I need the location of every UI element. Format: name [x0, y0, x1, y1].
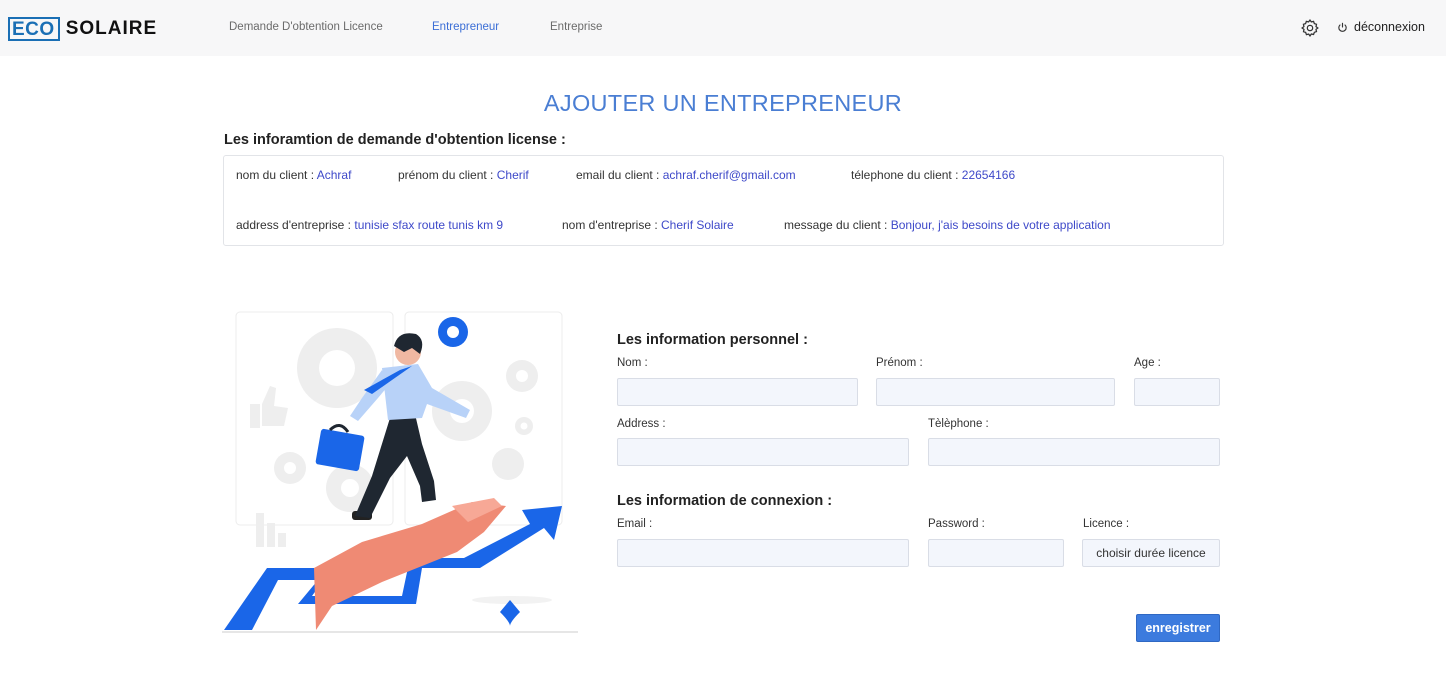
logo-eco: ECO [8, 17, 60, 41]
top-navbar: ECO SOLAIRE Demande D'obtention Licence … [0, 0, 1446, 56]
licence-select[interactable]: choisir durée licence [1082, 539, 1220, 567]
gear-icon[interactable] [1300, 18, 1320, 38]
info-nom-value: Achraf [316, 168, 352, 182]
telephone-input[interactable] [928, 438, 1220, 466]
info-email-label: email du client : [576, 168, 660, 182]
entrepreneur-illustration [222, 311, 578, 633]
licence-label: Licence : [1083, 518, 1130, 530]
request-info-card: nom du client : Achraf prénom du client … [223, 155, 1224, 246]
info-prenom: prénom du client : Cherif [398, 168, 529, 182]
info-prenom-value: Cherif [496, 168, 529, 182]
request-info-heading: Les inforamtion de demande d'obtention l… [224, 132, 566, 148]
info-address: address d'entreprise : tunisie sfax rout… [236, 218, 503, 232]
nav-link-demande-licence[interactable]: Demande D'obtention Licence [229, 21, 383, 33]
info-entreprise-value: Cherif Solaire [661, 218, 734, 232]
info-nom-label: nom du client : [236, 168, 315, 182]
address-label: Address : [617, 418, 666, 430]
info-prenom-label: prénom du client : [398, 168, 494, 182]
nom-input[interactable] [617, 378, 858, 406]
prenom-label: Prénom : [876, 357, 923, 369]
licence-select-value: choisir durée licence [1096, 546, 1206, 560]
connexion-info-heading: Les information de connexion : [617, 493, 833, 509]
info-nom: nom du client : Achraf [236, 168, 351, 182]
prenom-input[interactable] [876, 378, 1115, 406]
save-button[interactable]: enregistrer [1136, 614, 1220, 642]
power-icon [1338, 22, 1347, 32]
info-telephone-value: 22654166 [961, 168, 1016, 182]
password-label: Password : [928, 518, 985, 530]
age-input[interactable] [1134, 378, 1220, 406]
info-email-value: achraf.cherif@gmail.com [662, 168, 796, 182]
nav-link-entreprise[interactable]: Entreprise [550, 21, 602, 33]
info-message-value: Bonjour, j'ais besoins de votre applicat… [890, 218, 1111, 232]
age-label: Age : [1134, 357, 1161, 369]
password-input[interactable] [928, 539, 1064, 567]
info-message-label: message du client : [784, 218, 888, 232]
logo-solaire: SOLAIRE [65, 18, 158, 39]
info-entreprise: nom d'entreprise : Cherif Solaire [562, 218, 734, 232]
info-address-value: tunisie sfax route tunis km 9 [354, 218, 504, 232]
email-label: Email : [617, 518, 653, 530]
info-entreprise-label: nom d'entreprise : [562, 218, 658, 232]
email-input[interactable] [617, 539, 909, 567]
logout-label: déconnexion [1354, 20, 1425, 34]
nom-label: Nom : [617, 357, 648, 369]
info-email: email du client : achraf.cherif@gmail.co… [576, 168, 796, 182]
address-input[interactable] [617, 438, 909, 466]
telephone-label: Tèlèphone : [928, 418, 989, 430]
info-address-label: address d'entreprise : [236, 218, 352, 232]
page-title: AJOUTER UN ENTREPRENEUR [543, 90, 903, 116]
logo[interactable]: ECO SOLAIRE [8, 17, 157, 41]
info-telephone: télephone du client : 22654166 [851, 168, 1015, 182]
nav-link-entrepreneur[interactable]: Entrepreneur [432, 21, 499, 33]
logout-button[interactable]: déconnexion [1337, 20, 1425, 34]
info-message: message du client : Bonjour, j'ais besoi… [784, 218, 1111, 232]
info-telephone-label: télephone du client : [851, 168, 959, 182]
personal-info-heading: Les information personnel : [617, 332, 808, 348]
